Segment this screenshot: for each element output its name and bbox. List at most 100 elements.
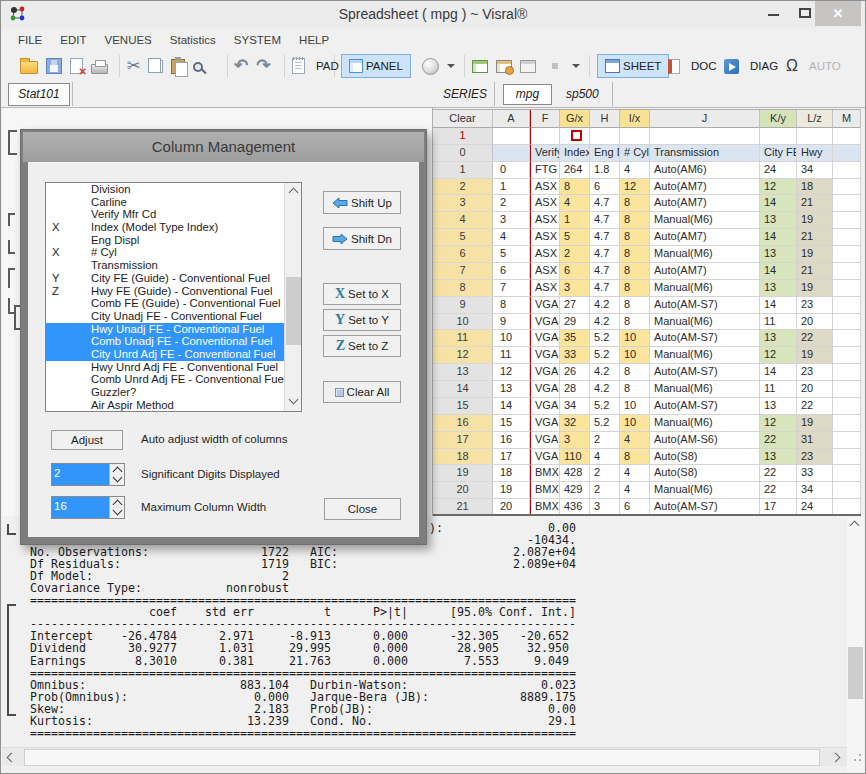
cell[interactable]: 35: [560, 330, 590, 347]
cell[interactable]: F: [530, 110, 560, 128]
save-icon[interactable]: [46, 58, 62, 74]
cell[interactable]: 3: [560, 280, 590, 297]
cell[interactable]: Auto(AM-S6): [650, 432, 760, 449]
cell[interactable]: 22: [760, 482, 797, 499]
cell[interactable]: 2: [493, 195, 530, 212]
cell[interactable]: 9: [493, 314, 530, 331]
cell[interactable]: 4: [620, 162, 650, 179]
cell[interactable]: 34: [797, 162, 833, 179]
cell[interactable]: 4.7: [590, 263, 620, 280]
cell[interactable]: 24: [760, 162, 797, 179]
scroll-up-icon[interactable]: [289, 188, 299, 198]
shift-up-button[interactable]: Shift Up: [323, 191, 401, 214]
cell[interactable]: 5.2: [590, 398, 620, 415]
cell[interactable]: 10: [493, 330, 530, 347]
cell[interactable]: 436: [560, 499, 590, 516]
cell[interactable]: 27: [560, 297, 590, 314]
cell[interactable]: 0: [493, 162, 530, 179]
cell[interactable]: 8: [560, 179, 590, 196]
cell[interactable]: 19: [797, 212, 833, 229]
cell[interactable]: Auto(AM7): [650, 263, 760, 280]
cell[interactable]: VGA: [530, 297, 560, 314]
scroll-left-icon[interactable]: [7, 753, 17, 763]
cell[interactable]: 20: [493, 499, 530, 516]
cell[interactable]: [833, 229, 861, 246]
cell[interactable]: 18: [433, 449, 493, 466]
cell[interactable]: 10: [620, 415, 650, 432]
cell[interactable]: VGA: [530, 449, 560, 466]
cell[interactable]: [833, 280, 861, 297]
cell[interactable]: [833, 212, 861, 229]
cell[interactable]: 21: [797, 263, 833, 280]
cell[interactable]: [833, 246, 861, 263]
cell[interactable]: 11: [493, 347, 530, 364]
cell[interactable]: BMX: [530, 499, 560, 516]
pad-label[interactable]: PAD: [316, 60, 339, 72]
cell[interactable]: 17: [760, 499, 797, 516]
cell[interactable]: 31: [797, 432, 833, 449]
cell[interactable]: 10: [433, 314, 493, 331]
cell[interactable]: Manual(M6): [650, 415, 760, 432]
sheet-button[interactable]: SHEET: [597, 54, 669, 78]
cell[interactable]: 8: [620, 229, 650, 246]
panel-button[interactable]: PANEL: [341, 54, 411, 78]
cell[interactable]: [590, 128, 620, 145]
cell[interactable]: Auto(S8): [650, 465, 760, 482]
cell[interactable]: 8: [620, 297, 650, 314]
cell[interactable]: VGA: [530, 381, 560, 398]
cell[interactable]: 22: [797, 330, 833, 347]
diag-icon[interactable]: [724, 59, 739, 74]
cell[interactable]: Manual(M6): [650, 381, 760, 398]
column-list-item[interactable]: Comb Unadj FE - Conventional Fuel: [46, 335, 286, 348]
cell[interactable]: 11: [760, 381, 797, 398]
cell[interactable]: VGA: [530, 314, 560, 331]
cell[interactable]: 8: [620, 314, 650, 331]
cell[interactable]: 23: [797, 364, 833, 381]
cell[interactable]: 13: [760, 398, 797, 415]
cell[interactable]: ASX: [530, 246, 560, 263]
column-list-item[interactable]: Division: [46, 183, 286, 196]
cell[interactable]: ASX: [530, 212, 560, 229]
cell[interactable]: 2: [433, 179, 493, 196]
digits-value[interactable]: 2: [54, 467, 60, 479]
cell[interactable]: 19: [797, 347, 833, 364]
cell[interactable]: Manual(M6): [650, 347, 760, 364]
cell[interactable]: 12: [760, 415, 797, 432]
cell[interactable]: 13: [760, 246, 797, 263]
cell[interactable]: M: [833, 110, 861, 128]
resize-grip[interactable]: [849, 749, 863, 763]
cell[interactable]: Eng Di: [590, 145, 620, 162]
minimize-button[interactable]: [768, 14, 779, 16]
cell[interactable]: 8: [620, 246, 650, 263]
spinner-buttons[interactable]: [109, 464, 124, 485]
cell[interactable]: [833, 179, 861, 196]
menu-item-system[interactable]: SYSTEM: [234, 34, 281, 46]
cell[interactable]: 8: [620, 263, 650, 280]
delete-icon[interactable]: [70, 58, 83, 74]
column-list-item[interactable]: Comb Unrd Adj FE - Conventional Fuel: [46, 373, 286, 386]
cell[interactable]: 6: [620, 499, 650, 516]
cell[interactable]: [833, 330, 861, 347]
cell[interactable]: 28: [560, 381, 590, 398]
cell[interactable]: 13: [760, 330, 797, 347]
cell[interactable]: 21: [797, 229, 833, 246]
table-gear-icon[interactable]: [496, 60, 512, 73]
cell[interactable]: ASX: [530, 280, 560, 297]
cell[interactable]: VGA: [530, 432, 560, 449]
cell[interactable]: 9: [433, 297, 493, 314]
cell[interactable]: 4.2: [590, 297, 620, 314]
cell[interactable]: 4: [590, 449, 620, 466]
column-list-item[interactable]: Verify Mfr Cd: [46, 208, 286, 221]
cell[interactable]: [833, 128, 861, 145]
cell[interactable]: [833, 381, 861, 398]
cell[interactable]: 13: [760, 280, 797, 297]
cell[interactable]: 23: [797, 449, 833, 466]
cell[interactable]: 2: [590, 432, 620, 449]
cell[interactable]: BMX: [530, 465, 560, 482]
cell[interactable]: 19: [493, 482, 530, 499]
cell[interactable]: [493, 128, 530, 145]
cell[interactable]: 7: [433, 263, 493, 280]
cell[interactable]: ASX: [530, 229, 560, 246]
column-list-item[interactable]: Guzzler?: [46, 386, 286, 399]
cell[interactable]: 8: [433, 280, 493, 297]
